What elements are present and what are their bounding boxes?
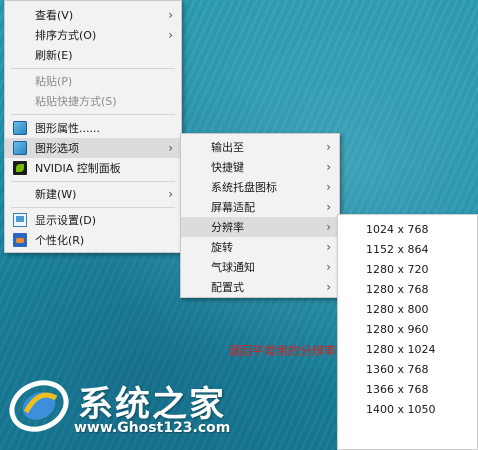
menu-item-nvidia-control-panel[interactable]: NVIDIA 控制面板 [5,158,181,178]
chevron-right-icon: › [326,140,331,154]
resolution-label: 1280 x 1024 [366,342,436,356]
chevron-right-icon: › [168,141,173,155]
menu-separator [11,181,175,182]
resolution-option[interactable]: 1280 x 720 [338,259,477,279]
menu-item-label: 配置式 [211,281,244,294]
resolution-option[interactable]: 1360 x 768 [338,359,477,379]
menu-item-label: 气球通知 [211,261,255,274]
menu-item-label: 粘贴(P) [35,75,73,88]
submenu-item-hotkeys[interactable]: 快捷键 › [181,157,339,177]
resolution-option[interactable]: 1280 x 800 [338,299,477,319]
resolution-option[interactable]: 1366 x 768 [338,379,477,399]
menu-item-sort-by[interactable]: 排序方式(O) › [5,25,181,45]
watermark-url: www.Ghost123.com [74,420,231,436]
resolution-label: 1400 x 1050 [366,402,436,416]
resolution-option[interactable]: 1400 x 1050 [338,399,477,419]
submenu-item-rotation[interactable]: 旋转 › [181,237,339,257]
menu-item-label: 显示设置(D) [35,214,97,227]
menu-item-display-settings[interactable]: 显示设置(D) [5,210,181,230]
resolution-label: 1280 x 768 [366,282,429,296]
menu-item-graphics-options[interactable]: 图形选项 › [5,138,181,158]
menu-item-paste[interactable]: 粘贴(P) [5,71,181,91]
resolution-option[interactable]: 1280 x 960 [338,319,477,339]
graphics-icon [13,121,27,135]
submenu-item-output-to[interactable]: 输出至 › [181,137,339,157]
submenu-item-tray-icon[interactable]: 系统托盘图标 › [181,177,339,197]
menu-item-label: NVIDIA 控制面板 [35,162,121,175]
menu-item-label: 粘贴快捷方式(S) [35,95,117,108]
menu-item-label: 屏幕适配 [211,201,255,214]
menu-item-label: 排序方式(O) [35,29,97,42]
menu-item-label: 旋转 [211,241,233,254]
menu-item-view[interactable]: 查看(V) › [5,5,181,25]
chevron-right-icon: › [168,187,173,201]
chevron-right-icon: › [326,180,331,194]
annotation-text: 调回平常用的分辨率 [228,344,337,358]
menu-item-refresh[interactable]: 刷新(E) [5,45,181,65]
resolution-label: 1366 x 768 [366,382,429,396]
menu-item-paste-shortcut[interactable]: 粘贴快捷方式(S) [5,91,181,111]
menu-item-label: 图形选项 [35,142,79,155]
resolution-option[interactable]: 1280 x 768 [338,279,477,299]
resolution-submenu: 1024 x 768 1152 x 864 1280 x 720 1280 x … [337,214,478,450]
chevron-right-icon: › [326,200,331,214]
resolution-label: 1360 x 768 [366,362,429,376]
menu-separator [11,114,175,115]
display-settings-icon [13,213,27,227]
resolution-option[interactable]: 1280 x 1024 [338,339,477,359]
submenu-item-profiles[interactable]: 配置式 › [181,277,339,297]
resolution-option[interactable]: 1024 x 768 [338,219,477,239]
menu-item-label: 图形属性...... [35,122,100,135]
chevron-right-icon: › [326,280,331,294]
submenu-item-screen-fit[interactable]: 屏幕适配 › [181,197,339,217]
chevron-right-icon: › [168,28,173,42]
graphics-icon [13,141,27,155]
resolution-label: 1280 x 960 [366,322,429,336]
menu-item-new[interactable]: 新建(W) › [5,184,181,204]
chevron-right-icon: › [326,260,331,274]
chevron-right-icon: › [326,220,331,234]
logo-icon [9,380,69,432]
resolution-label: 1280 x 800 [366,302,429,316]
menu-item-label: 分辨率 [211,221,244,234]
menu-item-graphics-properties[interactable]: 图形属性...... [5,118,181,138]
submenu-item-resolution[interactable]: 分辨率 › [181,217,339,237]
chevron-right-icon: › [326,160,331,174]
chevron-right-icon: › [326,240,331,254]
resolution-option[interactable]: 1152 x 864 [338,239,477,259]
desktop-context-menu: 查看(V) › 排序方式(O) › 刷新(E) 粘贴(P) 粘贴快捷方式(S) … [4,0,182,253]
resolution-label: 1152 x 864 [366,242,429,256]
menu-item-label: 刷新(E) [35,49,73,62]
graphics-options-submenu: 输出至 › 快捷键 › 系统托盘图标 › 屏幕适配 › 分辨率 › 旋转 › 气… [180,133,340,298]
menu-item-label: 输出至 [211,141,244,154]
menu-item-label: 个性化(R) [35,234,85,247]
submenu-item-balloon-notify[interactable]: 气球通知 › [181,257,339,277]
menu-item-label: 快捷键 [211,161,244,174]
personalize-icon [13,233,27,247]
menu-separator [11,68,175,69]
chevron-right-icon: › [168,8,173,22]
menu-item-label: 查看(V) [35,9,74,22]
menu-item-personalize[interactable]: 个性化(R) [5,230,181,250]
menu-item-label: 系统托盘图标 [211,181,277,194]
menu-separator [11,207,175,208]
menu-item-label: 新建(W) [35,188,77,201]
nvidia-icon [13,161,27,175]
resolution-label: 1280 x 720 [366,262,429,276]
resolution-label: 1024 x 768 [366,222,429,236]
